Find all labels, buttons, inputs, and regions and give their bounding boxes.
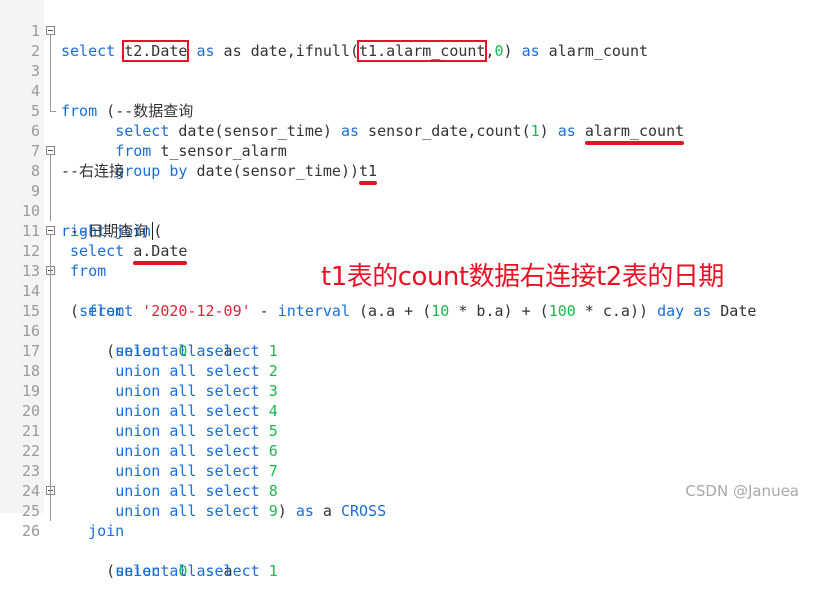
keyword: union all select [115, 562, 260, 580]
code-text: union all select 1 [61, 561, 278, 581]
code-line-18: 18 union all select 4 [0, 341, 815, 420]
number-literal: 1 [268, 562, 278, 580]
code-line-24: 24 join [0, 461, 815, 540]
code-line-3: 3 --数据查询 [0, 41, 815, 120]
code-line-4: 4 select date(sensor_time) as sensor_dat… [0, 61, 815, 140]
fold-guide [50, 241, 51, 261]
fold-guide [50, 401, 51, 421]
fold-guide [50, 441, 51, 461]
code-line-8: 8 right join( [0, 141, 815, 240]
fold-guide [50, 321, 51, 341]
fold-guide [50, 41, 51, 61]
code-line-21: 21 union all select 7 [0, 401, 815, 480]
fold-guide [50, 501, 51, 521]
fold-guide [50, 361, 51, 381]
fold-guide [50, 61, 51, 81]
code-line-5: 5 from t_sensor_alarm [0, 81, 815, 160]
fold-end-marker [50, 101, 56, 112]
code-line-12: 12 (select '2020-12-09' - interval (a.a … [0, 221, 815, 320]
fold-collapse-icon[interactable] [46, 146, 55, 155]
code-line-22: 22 union all select 8 [0, 421, 815, 500]
keyword: join [88, 522, 125, 540]
fold-guide [50, 181, 51, 201]
code-line-7: 7 --右连接 [0, 121, 815, 180]
fold-guide [50, 81, 51, 101]
code-line-9: 9 --日期查询 [0, 161, 815, 240]
fold-guide [50, 341, 51, 361]
fold-collapse-icon[interactable] [46, 26, 55, 35]
watermark: CSDN @Januea [685, 482, 799, 500]
annotation-text: t1表的count数据右连接t2表的日期 [321, 262, 724, 292]
fold-guide [50, 421, 51, 441]
code-line-10: 10 select a.Date [0, 181, 815, 260]
fold-collapse-icon[interactable] [46, 226, 55, 235]
code-text: join [61, 521, 124, 541]
fold-guide [50, 461, 51, 481]
code-line-2: 2 from ( [0, 21, 815, 120]
code-line-1: 1 select t2.Date as as date,ifnull(t1.al… [0, 1, 815, 62]
code-line-19: 19 union all select 5 [0, 361, 815, 440]
code-line-17: 17 union all select 3 [0, 321, 815, 400]
fold-guide [50, 481, 51, 501]
fold-guide [50, 381, 51, 401]
code-line-16: 16 union all select 2 [0, 301, 815, 380]
line-number: 26 [21, 522, 40, 540]
code-line-6: 6 group by date(sensor_time))t1 [0, 101, 815, 180]
code-line-20: 20 union all select 6 [0, 381, 815, 460]
code-line-11: 11 from [0, 201, 815, 280]
fold-guide [50, 261, 51, 281]
fold-guide [50, 201, 51, 221]
code-line-26: 26 union all select 1 [0, 501, 815, 580]
fold-guide [50, 161, 51, 181]
fold-guide [50, 301, 51, 321]
code-line-23: 23 union all select 9) as a CROSS [0, 441, 815, 520]
fold-guide [50, 281, 51, 301]
